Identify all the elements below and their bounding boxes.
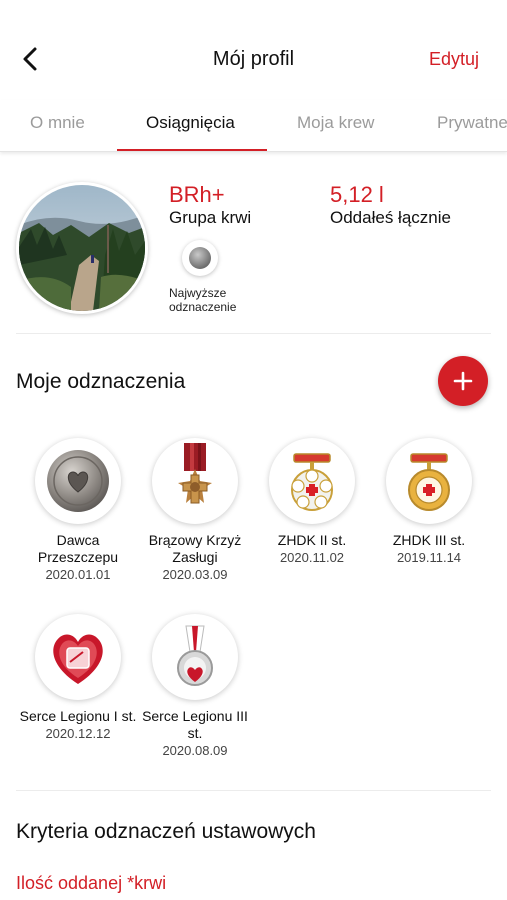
avatar[interactable] <box>16 182 148 314</box>
profile-summary: BRh+ Grupa krwi 5,12 l Oddałeś łącznie N… <box>0 152 507 334</box>
blood-group-label: Grupa krwi <box>169 208 252 227</box>
zhdk-medal-icon <box>408 453 450 511</box>
tab-about[interactable]: O mnie <box>30 113 85 133</box>
tab-my-blood[interactable]: Moja krew <box>297 113 374 133</box>
tab-private[interactable]: Prywatne <box>437 113 507 133</box>
badge-date: 2020.03.09 <box>162 567 228 582</box>
badge-item[interactable]: Serce Legionu III st. 2020.08.09 <box>136 614 254 759</box>
badge-item[interactable]: Dawca Przeszczepu 2020.01.01 <box>19 438 137 583</box>
divider <box>16 790 491 791</box>
criteria-section-title: Kryteria odznaczeń ustawowych <box>16 820 316 843</box>
badge-item[interactable]: ZHDK II st. 2020.11.02 <box>253 438 371 566</box>
plus-icon <box>453 371 473 391</box>
top-badge-label: Najwyższe odznaczenie <box>169 286 237 314</box>
badge-name: Dawca Przeszczepu <box>37 532 119 565</box>
badge-date: 2020.11.02 <box>279 550 345 565</box>
badge-name: Serce Legionu I st. <box>19 708 137 724</box>
badge-name: Serce Legionu III st. <box>142 708 248 741</box>
zhdk-medal-icon <box>291 453 333 511</box>
badge-date: 2020.01.01 <box>45 567 111 582</box>
badge-name: ZHDK III st. <box>392 532 466 548</box>
tab-achievements[interactable]: Osiągnięcia <box>146 113 235 133</box>
top-badge[interactable] <box>182 240 218 276</box>
badge-item[interactable]: ZHDK III st. 2019.11.14 <box>370 438 488 566</box>
bronze-cross-medal-icon <box>178 443 212 504</box>
blood-group-value: BRh+ <box>169 182 225 207</box>
badge-date: 2019.11.14 <box>396 550 462 565</box>
badge-name: Brązowy Krzyż Zasługi <box>148 532 242 565</box>
edit-button[interactable]: Edytuj <box>429 49 479 70</box>
app-header: Mój profil Edytuj <box>0 0 507 100</box>
legion-heart-icon <box>53 634 103 684</box>
badges-section-title: Moje odznaczenia <box>16 370 186 393</box>
divider <box>16 333 491 334</box>
criteria-subtitle: Ilość oddanej *krwi <box>16 873 167 893</box>
add-badge-button[interactable] <box>438 356 488 406</box>
heart-coin-badge-icon <box>47 450 109 512</box>
tab-bar: O mnie Osiągnięcia Moja krew Prywatne <box>0 100 507 152</box>
badge-item[interactable]: Brązowy Krzyż Zasługi 2020.03.09 <box>136 438 254 583</box>
badge-name: ZHDK II st. <box>277 532 347 548</box>
donated-total-value: 5,12 l <box>330 182 384 207</box>
badge-date: 2020.12.12 <box>45 726 111 741</box>
avatar-landscape-photo <box>19 185 145 311</box>
badge-item[interactable]: Serce Legionu I st. 2020.12.12 <box>19 614 137 742</box>
legion-heart-medal-icon <box>177 625 213 686</box>
donated-total-label: Oddałeś łącznie <box>330 208 451 227</box>
coin-badge-icon <box>189 247 211 269</box>
badge-date: 2020.08.09 <box>162 743 228 758</box>
